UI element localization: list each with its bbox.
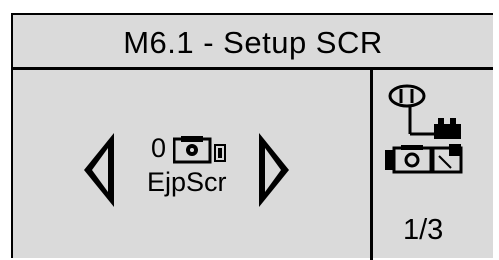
previous-button[interactable] [80,130,118,215]
lcd-screen: M6.1 - Setup SCR 0 EjpScr 1/3 [11,13,495,260]
page-indicator: 1/3 [403,214,444,246]
item-index: 0 [151,133,167,163]
title-bar: M6.1 - Setup SCR [13,15,493,70]
next-button[interactable] [255,130,293,215]
page-title: M6.1 - Setup SCR [123,25,383,60]
main-panel: 0 EjpScr [13,70,370,260]
arrow-left-icon [84,133,114,207]
arrow-right-icon [259,133,289,207]
system-topology-icon [385,84,465,201]
selected-item[interactable]: 0 EjpScr [143,133,253,213]
side-panel: 1/3 [373,70,495,260]
item-label: EjpScr [147,167,227,197]
scr-device-icon [172,136,237,169]
